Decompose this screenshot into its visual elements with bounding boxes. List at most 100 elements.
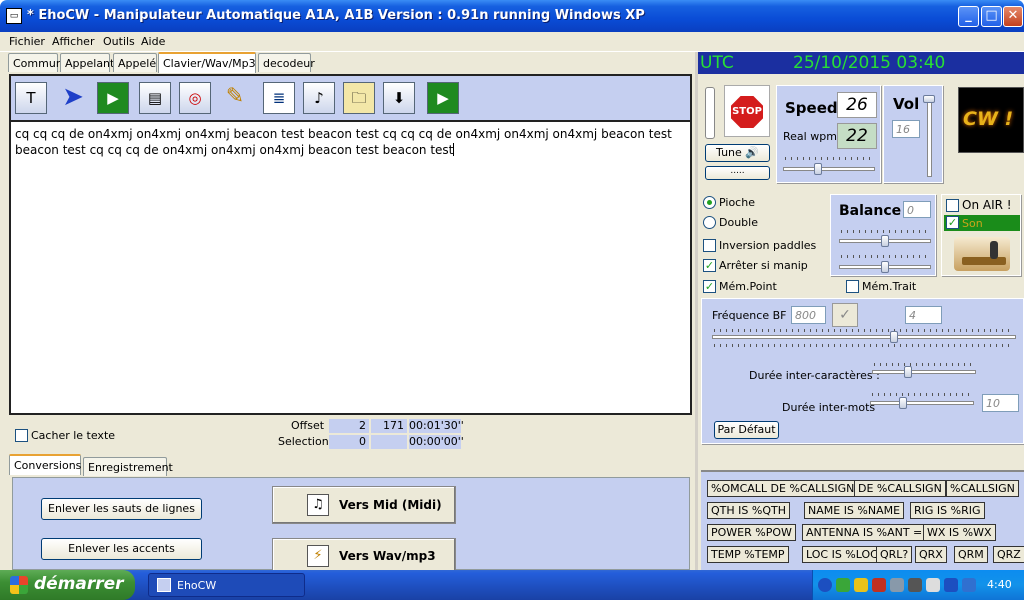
speed-slider-thumb[interactable] <box>814 163 822 175</box>
default-button[interactable]: Par Défaut <box>714 421 779 439</box>
inversion-checkbox[interactable] <box>703 239 716 252</box>
freq-label: Fréquence BF : <box>712 309 794 322</box>
antivirus-icon[interactable] <box>872 578 886 592</box>
taskbar: démarrer EhoCW 4:40 <box>0 570 1024 600</box>
freq-slider-track[interactable] <box>712 335 1016 339</box>
double-radio[interactable] <box>703 216 716 229</box>
inter-word-value[interactable]: 10 <box>982 394 1019 412</box>
open-file-icon[interactable]: ▤ <box>139 82 171 114</box>
pioche-radio[interactable] <box>703 196 716 209</box>
inter-char-slider-thumb[interactable] <box>904 366 912 378</box>
menu-outils[interactable]: Outils <box>103 35 135 48</box>
remove-line-breaks-button[interactable]: Enlever les sauts de lignes <box>41 498 202 520</box>
taskbar-item-ehocw[interactable]: EhoCW <box>148 573 305 597</box>
son-label: Son <box>962 217 983 230</box>
to-wav-button[interactable]: ⚡ Vers Wav/mp3 <box>272 538 456 574</box>
close-button[interactable]: ✕ <box>1003 6 1023 27</box>
macro-button[interactable]: NAME IS %NAME <box>804 502 905 519</box>
warning-icon[interactable] <box>854 578 868 592</box>
hide-text-checkbox[interactable] <box>15 429 28 442</box>
balance-ticks-top <box>841 230 929 233</box>
macro-button[interactable]: RIG IS %RIG <box>910 502 985 519</box>
macro-button[interactable]: QRX <box>915 546 947 563</box>
freq-apply-button[interactable]: ✓ <box>832 303 858 327</box>
macro-button[interactable]: WX IS %WX <box>923 524 996 541</box>
on-air-checkbox[interactable] <box>946 199 959 212</box>
text-caret <box>453 143 455 156</box>
volume-icon[interactable] <box>908 578 922 592</box>
printer-icon[interactable] <box>890 578 904 592</box>
menu-aide[interactable]: Aide <box>141 35 165 48</box>
morse-key-icon <box>954 237 1010 271</box>
macros-panel: %OMCALL DE %CALLSIGN DE %CALLSIGN %CALLS… <box>701 470 1024 570</box>
vol-slider-track[interactable] <box>927 95 932 177</box>
message-editor[interactable]: cq cq cq de on4xmj on4xmj on4xmj beacon … <box>9 120 692 415</box>
freq-value[interactable]: 800 <box>791 306 826 324</box>
macro-button[interactable]: ANTENNA IS %ANT = <box>802 524 927 541</box>
to-wav-label: Vers Wav/mp3 <box>339 549 436 563</box>
vol-slider-thumb[interactable] <box>923 95 935 103</box>
tab-conversions[interactable]: Conversions <box>9 454 81 475</box>
mem-trait-checkbox[interactable] <box>846 280 859 293</box>
arreter-checkbox[interactable]: ✓ <box>703 259 716 272</box>
save-icon[interactable]: ⬇ <box>383 82 415 114</box>
display-icon[interactable] <box>944 578 958 592</box>
macro-button[interactable]: QTH IS %QTH <box>707 502 790 519</box>
cursor-arrow-icon[interactable]: ➤ <box>57 82 89 114</box>
macro-button[interactable]: QRL? <box>876 546 913 563</box>
macro-button[interactable]: QRZ <box>993 546 1024 563</box>
usb-icon[interactable] <box>926 578 940 592</box>
remove-accents-button[interactable]: Enlever les accents <box>41 538 202 560</box>
balance-slider-1-thumb[interactable] <box>881 235 889 247</box>
macro-button[interactable]: LOC IS %LOC <box>802 546 882 563</box>
conversions-panel: Enlever les sauts de lignes Enlever les … <box>12 477 690 574</box>
inversion-label: Inversion paddles <box>719 239 817 252</box>
app-icon[interactable]: ▭ <box>6 8 22 24</box>
son-checkbox[interactable]: ✓ <box>946 216 959 229</box>
inter-char-label: Durée inter-caractères : <box>749 369 880 382</box>
minimize-button[interactable]: _ <box>958 6 979 27</box>
tab-commun[interactable]: Commun <box>8 53 63 72</box>
network-icon[interactable] <box>836 578 850 592</box>
offset-label: Offset <box>291 419 325 432</box>
mem-point-checkbox[interactable]: ✓ <box>703 280 716 293</box>
play-icon[interactable]: ▶ <box>97 82 129 114</box>
freq-step-value[interactable]: 4 <box>905 306 942 324</box>
cd-file-icon[interactable]: ◎ <box>179 82 211 114</box>
menu-afficher[interactable]: Afficher <box>52 35 94 48</box>
tray-expand-icon[interactable] <box>818 578 832 592</box>
speed-value[interactable]: 26 <box>837 92 877 118</box>
macro-button[interactable]: DE %CALLSIGN <box>854 480 946 497</box>
tab-appelant[interactable]: Appelant <box>60 53 114 72</box>
pencil-icon[interactable]: ✎ <box>219 82 251 114</box>
inter-word-slider-thumb[interactable] <box>899 397 907 409</box>
menu-fichier[interactable]: Fichier <box>9 35 45 48</box>
inter-word-slider-track[interactable] <box>870 401 974 405</box>
folder-icon[interactable]: 🗀 <box>343 82 375 114</box>
maximize-button[interactable]: □ <box>981 6 1002 27</box>
stop-button[interactable]: STOP <box>724 85 770 137</box>
speed-slider-track[interactable] <box>783 167 875 171</box>
tune-button[interactable]: Tune 🔊 <box>705 144 770 162</box>
tab-appele[interactable]: Appelé <box>113 53 157 72</box>
tab-decodeur[interactable]: decodeur <box>258 53 315 72</box>
macro-button[interactable]: QRM <box>954 546 988 563</box>
monitor-icon[interactable] <box>962 578 976 592</box>
tune-options-button[interactable]: ..... <box>705 166 770 180</box>
pioche-label: Pioche <box>719 196 755 209</box>
freq-slider-thumb[interactable] <box>890 331 898 343</box>
play-audio-icon[interactable]: ▶ <box>427 82 459 114</box>
audio-file-icon[interactable]: ♪ <box>303 82 335 114</box>
macro-button[interactable]: %OMCALL DE %CALLSIGN <box>707 480 859 497</box>
to-midi-button[interactable]: ♫ Vers Mid (Midi) <box>272 486 456 524</box>
inter-char-slider-track[interactable] <box>872 370 976 374</box>
tab-clavier-wav-mp3[interactable]: Clavier/Wav/Mp3 <box>158 52 256 73</box>
document-icon[interactable]: ≣ <box>263 82 295 114</box>
text-icon[interactable]: T <box>15 82 47 114</box>
macro-button[interactable]: %CALLSIGN <box>946 480 1019 497</box>
macro-button[interactable]: TEMP %TEMP <box>707 546 789 563</box>
tab-enregistrement[interactable]: Enregistrement <box>83 457 173 476</box>
macro-button[interactable]: POWER %POW <box>707 524 796 541</box>
start-button[interactable]: démarrer <box>0 570 135 600</box>
balance-slider-2-thumb[interactable] <box>881 261 889 273</box>
